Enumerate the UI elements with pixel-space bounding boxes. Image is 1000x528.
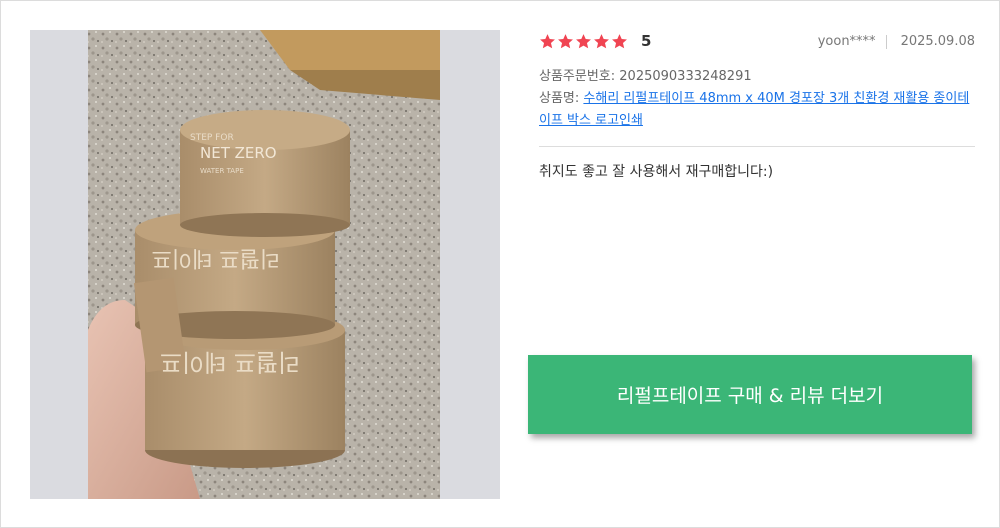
star-icon — [558, 34, 573, 49]
tape-print-bottom: 리펄프 테이프 — [160, 348, 300, 376]
review-card: STEP FOR NET ZERO WATER TAPE 리펄프 테이프 리펄프… — [0, 0, 1000, 528]
review-date: 2025.09.08 — [900, 34, 975, 49]
reviewer-name: yoon**** — [817, 34, 876, 49]
review-meta: yoon**** 2025.09.08 — [818, 34, 975, 49]
rating-score: 5 — [641, 32, 652, 50]
star-icon — [576, 34, 591, 49]
tape-print-mid: 리펄프 테이프 — [152, 245, 280, 270]
product-link[interactable]: 수해리 리펄프테이프 48mm x 40M 경포장 3개 친환경 재활용 종이테… — [539, 91, 969, 128]
review-photo[interactable]: STEP FOR NET ZERO WATER TAPE 리펄프 테이프 리펄프… — [30, 30, 500, 499]
star-icon — [540, 34, 555, 49]
tape-photo-image: STEP FOR NET ZERO WATER TAPE 리펄프 테이프 리펄프… — [88, 30, 440, 499]
review-info: 5 yoon**** 2025.09.08 상품주문번호: 2025090333… — [539, 31, 975, 182]
tape-print-small: WATER TAPE — [200, 167, 244, 175]
star-icon — [612, 34, 627, 49]
review-body: 취지도 좋고 잘 사용해서 재구매합니다:) — [539, 164, 774, 180]
tape-print-step: STEP FOR — [190, 133, 234, 143]
order-number: 2025090333248291 — [619, 69, 752, 84]
order-number-line: 상품주문번호: 2025090333248291 — [539, 66, 975, 88]
review-header: 5 yoon**** 2025.09.08 — [539, 31, 975, 55]
more-reviews-button[interactable]: 리펄프테이프 구매 & 리뷰 더보기 — [528, 355, 972, 434]
tape-print-netzero: NET ZERO — [200, 144, 277, 162]
product-name-line: 상품명: 수해리 리펄프테이프 48mm x 40M 경포장 3개 친환경 재활… — [539, 88, 975, 132]
star-icon — [594, 34, 609, 49]
meta-divider — [885, 34, 887, 49]
product-label: 상품명: — [539, 91, 580, 106]
order-label: 상품주문번호: — [539, 69, 616, 84]
divider — [539, 146, 975, 147]
star-rating — [539, 33, 628, 50]
